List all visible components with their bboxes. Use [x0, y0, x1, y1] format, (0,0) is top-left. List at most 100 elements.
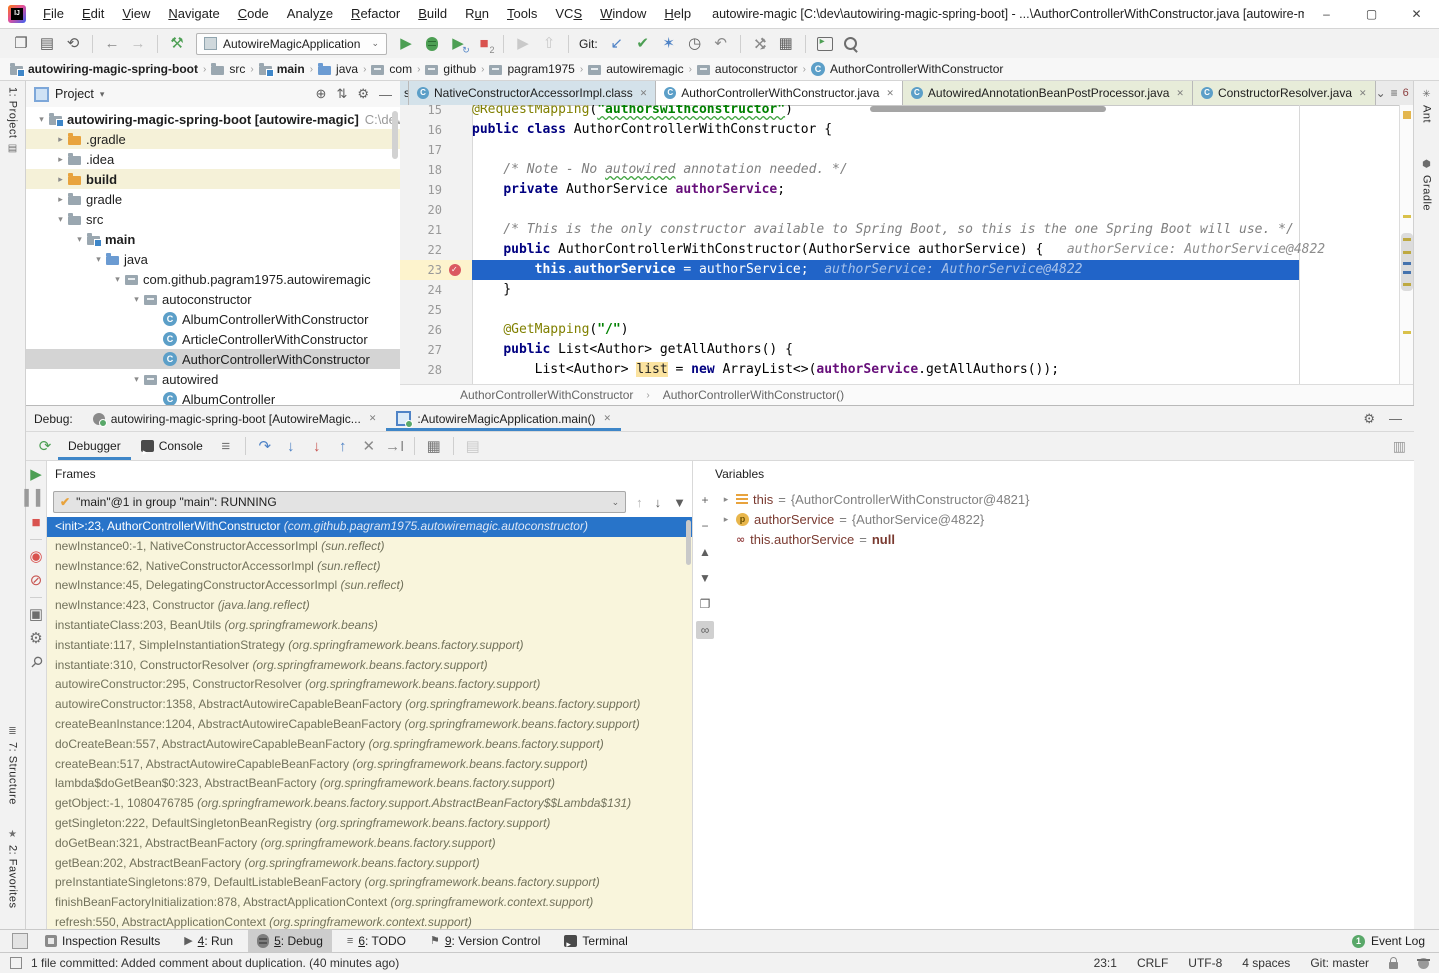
- variable-expand-icon[interactable]: ▸: [721, 514, 731, 525]
- gutter-fold-area[interactable]: [446, 200, 472, 220]
- tree-toggle-icon[interactable]: ▾: [34, 114, 49, 125]
- tree-item-gradle[interactable]: ▸gradle: [26, 189, 400, 209]
- remove-watch-icon[interactable]: −: [696, 517, 714, 535]
- stack-frame[interactable]: getObject:-1, 1080476785 (org.springfram…: [47, 794, 692, 814]
- minimize-button[interactable]: –: [1304, 0, 1349, 28]
- drop-frame-icon-button[interactable]: ✕: [356, 434, 382, 458]
- line-number[interactable]: 16: [400, 120, 446, 140]
- force-step-into-icon-button[interactable]: ↓: [304, 434, 330, 458]
- back-icon-button[interactable]: ←: [99, 32, 125, 56]
- menu-vcs[interactable]: VCS: [546, 0, 591, 28]
- wrench-icon-button[interactable]: ⚒: [747, 32, 773, 56]
- editor-tab-authorcontrollerwithconstructor-java[interactable]: CAuthorControllerWithConstructor.java✕: [656, 81, 903, 105]
- code-line-28[interactable]: 28 List<Author> list = new ArrayList<>(a…: [400, 360, 1400, 380]
- menu-build[interactable]: Build: [409, 0, 456, 28]
- coverage-settings-icon-button[interactable]: ▤: [460, 434, 486, 458]
- line-number[interactable]: 22: [400, 240, 446, 260]
- gutter-fold-area[interactable]: [446, 105, 472, 120]
- gutter-fold-area[interactable]: [446, 360, 472, 380]
- tree-item-gradle[interactable]: ▸.gradle: [26, 129, 400, 149]
- tree-toggle-icon[interactable]: ▾: [91, 254, 106, 265]
- tool-window-switcher-icon[interactable]: [12, 933, 28, 949]
- stack-frame[interactable]: getBean:202, AbstractBeanFactory (org.sp…: [47, 854, 692, 874]
- stack-frame[interactable]: doGetBean:321, AbstractBeanFactory (org.…: [47, 834, 692, 854]
- frames-scrollbar[interactable]: [686, 520, 691, 565]
- menu-navigate[interactable]: Navigate: [159, 0, 228, 28]
- stack-frame[interactable]: refresh:550, AbstractApplicationContext …: [47, 913, 692, 930]
- lock-icon[interactable]: [1389, 962, 1398, 969]
- debugger-view-tab-debugger[interactable]: Debugger: [58, 432, 131, 460]
- pause-icon[interactable]: ▍▍: [24, 491, 47, 506]
- highlighting-level-icon[interactable]: [1418, 958, 1429, 969]
- code-line-18[interactable]: 18 /* Note - No autowired annotation nee…: [400, 160, 1400, 180]
- step-over-icon-button[interactable]: ↷: [252, 434, 278, 458]
- tool-window-button-terminal[interactable]: Terminal: [555, 930, 636, 952]
- save-all-icon-button[interactable]: ▤: [34, 32, 60, 56]
- tool-window-button-4-run[interactable]: ▶4: Run: [175, 930, 242, 952]
- debug-session-tab-autowiremagicapplication-main[interactable]: :AutowireMagicApplication.main()✕: [386, 406, 621, 431]
- stack-frame[interactable]: getSingleton:222, DefaultSingletonBeanRe…: [47, 814, 692, 834]
- tree-item-autoconstructor[interactable]: ▾autoconstructor: [26, 289, 400, 309]
- stack-frame[interactable]: doCreateBean:557, AbstractAutowireCapabl…: [47, 735, 692, 755]
- gutter-fold-area[interactable]: [446, 340, 472, 360]
- status-message[interactable]: 1 file committed: Added comment about du…: [31, 956, 399, 970]
- stripe-warning-mark[interactable]: [1403, 215, 1411, 218]
- tab-close-icon[interactable]: ✕: [1176, 88, 1184, 99]
- locate-file-icon[interactable]: ⊕: [316, 86, 327, 102]
- breadcrumb-java[interactable]: java: [318, 62, 358, 76]
- stack-frame[interactable]: <init>:23, AuthorControllerWithConstruct…: [47, 517, 692, 537]
- project-view-dropdown-icon[interactable]: ▾: [100, 89, 105, 100]
- tab-close-icon[interactable]: ✕: [886, 88, 894, 99]
- stripe-button-7-structure[interactable]: ≣7: Structure: [0, 726, 25, 805]
- stack-frame[interactable]: newInstance:45, DelegatingConstructorAcc…: [47, 576, 692, 596]
- stripe-button-ant[interactable]: ✳Ant: [1414, 89, 1439, 123]
- stack-frame[interactable]: createBeanInstance:1204, AbstractAutowir…: [47, 715, 692, 735]
- breakpoint-icon[interactable]: [449, 264, 461, 276]
- mute-breakpoints-icon[interactable]: ⊘: [30, 573, 43, 588]
- stack-frame[interactable]: finishBeanFactoryInitialization:878, Abs…: [47, 893, 692, 913]
- variable-authorservice[interactable]: ▸pauthorService = {AuthorService@4822}: [721, 509, 1414, 529]
- code-line-27[interactable]: 27 public List<Author> getAllAuthors() {: [400, 340, 1400, 360]
- show-hidden-tabs-icon[interactable]: ⌄: [1376, 86, 1386, 100]
- stack-frame[interactable]: preInstantiateSingletons:879, DefaultLis…: [47, 873, 692, 893]
- menu-analyze[interactable]: Analyze: [278, 0, 342, 28]
- frame-up-icon[interactable]: ↑: [636, 495, 643, 510]
- vcs-commit-icon-button[interactable]: ✔: [630, 32, 656, 56]
- tab-close-icon[interactable]: ✕: [640, 88, 648, 99]
- gutter-fold-area[interactable]: [446, 320, 472, 340]
- stack-frame[interactable]: instantiate:117, SimpleInstantiationStra…: [47, 636, 692, 656]
- line-number[interactable]: 23: [400, 260, 446, 280]
- tool-window-button-9-version-control[interactable]: ⚑9: Version Control: [421, 930, 549, 952]
- code-line-22[interactable]: 22 public AuthorControllerWithConstructo…: [400, 240, 1400, 260]
- notification-icon[interactable]: [10, 957, 22, 969]
- tree-toggle-icon[interactable]: ▾: [110, 274, 125, 285]
- editor-vertical-scrollbar[interactable]: [1401, 233, 1413, 291]
- code-line-19[interactable]: 19 private AuthorService authorService;: [400, 180, 1400, 200]
- menu-window[interactable]: Window: [591, 0, 655, 28]
- breadcrumb-autowiremagic[interactable]: autowiremagic: [588, 62, 683, 76]
- stop-icon-button[interactable]: ■2: [471, 32, 497, 56]
- line-number[interactable]: 17: [400, 140, 446, 160]
- menu-help[interactable]: Help: [655, 0, 700, 28]
- menu-run[interactable]: Run: [456, 0, 498, 28]
- debug-icon-button[interactable]: [419, 32, 445, 56]
- close-button[interactable]: ✕: [1394, 0, 1439, 28]
- breadcrumb-github[interactable]: github: [425, 62, 476, 76]
- tree-toggle-icon[interactable]: ▸: [53, 154, 68, 165]
- project-settings-icon[interactable]: ⚙: [357, 86, 369, 102]
- run-to-cursor-icon-button[interactable]: →I: [382, 434, 408, 458]
- resume-icon[interactable]: ▶: [30, 467, 42, 482]
- menu-code[interactable]: Code: [229, 0, 278, 28]
- gutter-fold-area[interactable]: [446, 260, 472, 280]
- editor-tab-nativeconstructoraccessorimpl-class[interactable]: CNativeConstructorAccessorImpl.class✕: [409, 81, 656, 105]
- menu-file[interactable]: File: [34, 0, 73, 28]
- tree-toggle-icon[interactable]: ▾: [53, 214, 68, 225]
- tree-item-autowiring-magic-spring-boot-autowire-magic[interactable]: ▾autowiring-magic-spring-boot [autowire-…: [26, 109, 400, 129]
- code-line-16[interactable]: 16public class AuthorControllerWithConst…: [400, 120, 1400, 140]
- editor-tab-s[interactable]: s✕: [400, 81, 409, 105]
- upload-icon-button[interactable]: ⇧: [536, 32, 562, 56]
- project-structure-icon-button[interactable]: ▦: [773, 32, 799, 56]
- status-item-23-1[interactable]: 23:1: [1094, 956, 1117, 970]
- event-log-button[interactable]: 1Event Log: [1352, 934, 1439, 948]
- project-panel-title[interactable]: Project: [55, 87, 94, 101]
